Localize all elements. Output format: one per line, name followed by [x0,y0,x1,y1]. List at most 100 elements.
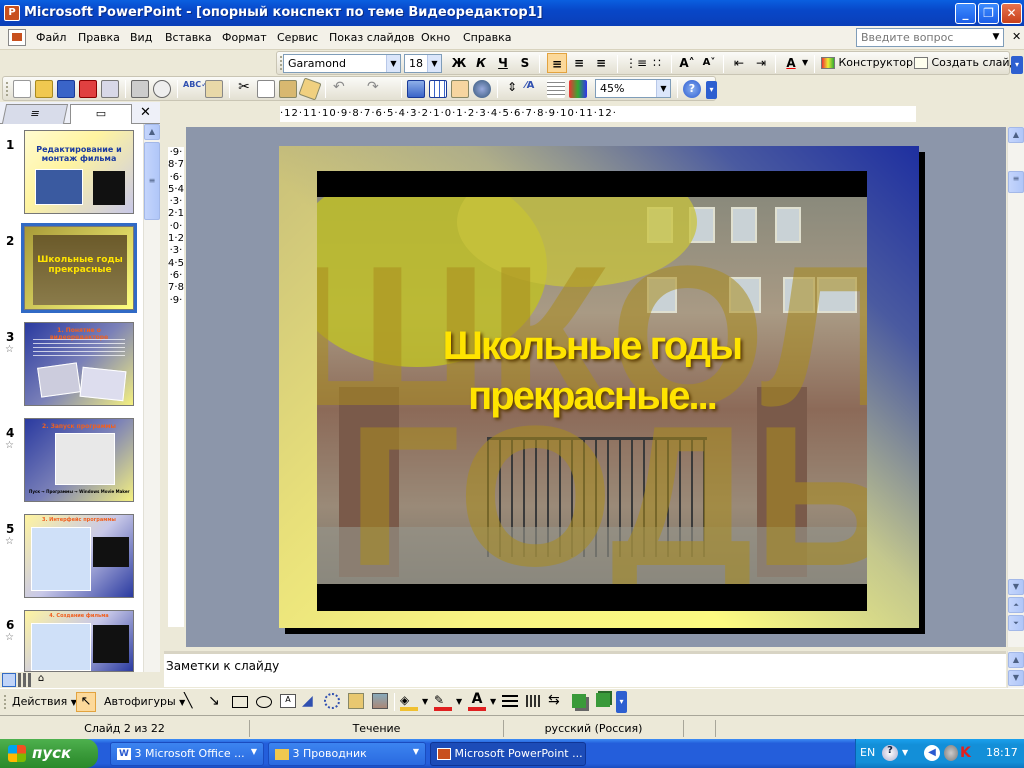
underline-button[interactable]: Ч [493,53,513,73]
save-icon[interactable] [57,80,75,98]
oval-tool-icon[interactable] [256,696,272,708]
restore-button[interactable]: ❐ [978,3,999,24]
toolbar-options-button[interactable]: ▾ [1011,56,1023,74]
text-color-icon[interactable]: A [468,691,486,711]
rectangle-tool-icon[interactable] [232,696,248,708]
paste-icon[interactable] [279,80,297,98]
previous-slide-icon[interactable]: ⏶ [1008,597,1024,613]
menu-insert[interactable]: Вставка [165,31,212,44]
taskbar-explorer-group[interactable]: 3 Проводник ▼ [268,742,426,766]
research-icon[interactable] [205,80,223,98]
normal-view-icon[interactable] [2,673,16,687]
slide-photo-frame[interactable]: ШКОЛЬ ГОДЫ Школьные годы прекрасные... [317,171,867,611]
scroll-down-arrow-icon[interactable]: ▼ [1008,579,1024,595]
line-style-icon[interactable] [502,695,518,707]
tab-slides[interactable]: ▭ [70,104,132,124]
show-formatting-icon[interactable]: ⁄A [525,80,543,98]
close-button[interactable]: ✕ [1001,3,1022,24]
font-size-select[interactable]: 18 ▼ [404,54,442,73]
tab-outline[interactable]: ≡ [1,104,69,124]
copy-icon[interactable] [257,80,275,98]
chevron-down-icon[interactable]: ▼ [490,697,496,706]
font-name-select[interactable]: Garamond ▼ [283,54,401,73]
close-panel-button[interactable]: ✕ [140,105,151,120]
chevron-down-icon[interactable]: ▼ [989,29,1003,46]
actions-menu[interactable]: Действия ▼ [12,695,77,708]
slides-scrollbar[interactable]: ▲ ≡ [143,124,160,672]
chevron-down-icon[interactable]: ▼ [656,80,670,97]
fill-color-icon[interactable]: ◈ [400,693,418,711]
menu-edit[interactable]: Правка [78,31,120,44]
chevron-down-icon[interactable]: ▼ [902,748,908,757]
color-grayscale-icon[interactable] [569,80,587,98]
increase-indent-button[interactable]: ⇥ [751,53,771,73]
menu-view[interactable]: Вид [130,31,152,44]
powerpoint-icon[interactable]: P [4,5,20,21]
help-tray-icon[interactable]: ? [882,745,898,761]
bold-button[interactable]: Ж [449,53,469,73]
new-document-icon[interactable] [13,80,31,98]
slideshow-view-icon[interactable]: ⌂ [34,673,48,687]
back-arrow-tray-icon[interactable]: ◀ [924,745,940,761]
cut-icon[interactable]: ✂ [235,79,253,97]
slide-thumbnail-2[interactable]: Школьные годы прекрасные [21,223,137,313]
taskbar-powerpoint[interactable]: Microsoft PowerPoint ... [430,742,586,766]
bullets-button[interactable]: ∷ [647,53,667,73]
minimize-button[interactable]: _ [955,3,976,24]
print-icon[interactable] [131,80,149,98]
align-right-button[interactable]: ≡ [591,53,611,73]
language-indicator[interactable]: EN [860,746,875,759]
next-slide-icon[interactable]: ⏷ [1008,615,1024,631]
permission-icon[interactable] [79,80,97,98]
print-preview-icon[interactable] [153,80,171,98]
wordart-icon[interactable]: ◢ [302,693,313,709]
open-folder-icon[interactable] [35,80,53,98]
chevron-down-icon[interactable]: ▼ [427,55,441,72]
undo-icon[interactable]: ↶ [333,79,351,97]
autoshapes-menu[interactable]: Автофигуры ▼ [104,695,185,708]
decrease-font-button[interactable]: A˅ [699,53,719,73]
scroll-up-arrow-icon[interactable]: ▲ [1008,652,1024,668]
line-color-icon[interactable]: ✎ [434,693,452,711]
close-document-button[interactable]: ✕ [1012,30,1021,43]
start-button[interactable]: пуск [0,739,98,768]
toolbar-options-button[interactable]: ▾ [616,691,627,713]
antivirus-tray-icon[interactable]: K [960,745,974,761]
insert-chart-icon[interactable] [407,80,425,98]
help-icon[interactable]: ? [683,80,701,98]
shadow-button[interactable]: S [515,53,535,73]
grid-icon[interactable] [547,80,565,98]
increase-font-button[interactable]: A˄ [677,53,697,73]
italic-button[interactable]: К [471,53,491,73]
decrease-indent-button[interactable]: ⇤ [729,53,749,73]
slide-thumbnail-3[interactable]: 1. Понятие о видеоредакторе [24,322,134,406]
current-slide[interactable]: ШКОЛЬ ГОДЫ Школьные годы прекрасные... [279,146,919,628]
notes-pane[interactable]: Заметки к слайду [164,651,1006,687]
chevron-down-icon[interactable]: ▼ [456,697,462,706]
scroll-down-arrow-icon[interactable]: ▼ [1008,670,1024,686]
slide-thumbnail-5[interactable]: 3. Интерфейс программы [24,514,134,598]
email-icon[interactable] [101,80,119,98]
slide-thumbnail-4[interactable]: 2. Запуск программы Пуск → Программы → W… [24,418,134,502]
insert-diagram-icon[interactable] [451,80,469,98]
dash-style-icon[interactable] [526,695,542,707]
menu-slideshow[interactable]: Показ слайдов [329,31,415,44]
new-slide-button[interactable]: Создать слайд [914,56,1017,69]
toolbar-grip[interactable] [4,695,7,709]
speaker-tray-icon[interactable] [944,745,958,761]
3d-style-icon[interactable] [596,693,610,707]
spelling-icon[interactable]: ABC✓ [183,80,208,98]
chevron-down-icon[interactable]: ▼ [802,58,808,67]
format-painter-icon[interactable] [298,77,322,101]
textbox-tool-icon[interactable]: A [280,694,296,708]
chevron-down-icon[interactable]: ▼ [386,55,400,72]
menu-file[interactable]: Файл [36,31,66,44]
title-bar[interactable]: P Microsoft PowerPoint - [опорный конспе… [0,0,1024,26]
insert-table-icon[interactable] [429,80,447,98]
expand-all-icon[interactable]: ⇕ [503,80,521,98]
toolbar-options-button[interactable]: ▾ [706,81,717,99]
zoom-select[interactable]: 45% ▼ [595,79,671,98]
menu-window[interactable]: Окно [421,31,450,44]
align-center-button[interactable]: ≡ [569,53,589,73]
line-tool-icon[interactable]: ╲ [184,693,192,709]
